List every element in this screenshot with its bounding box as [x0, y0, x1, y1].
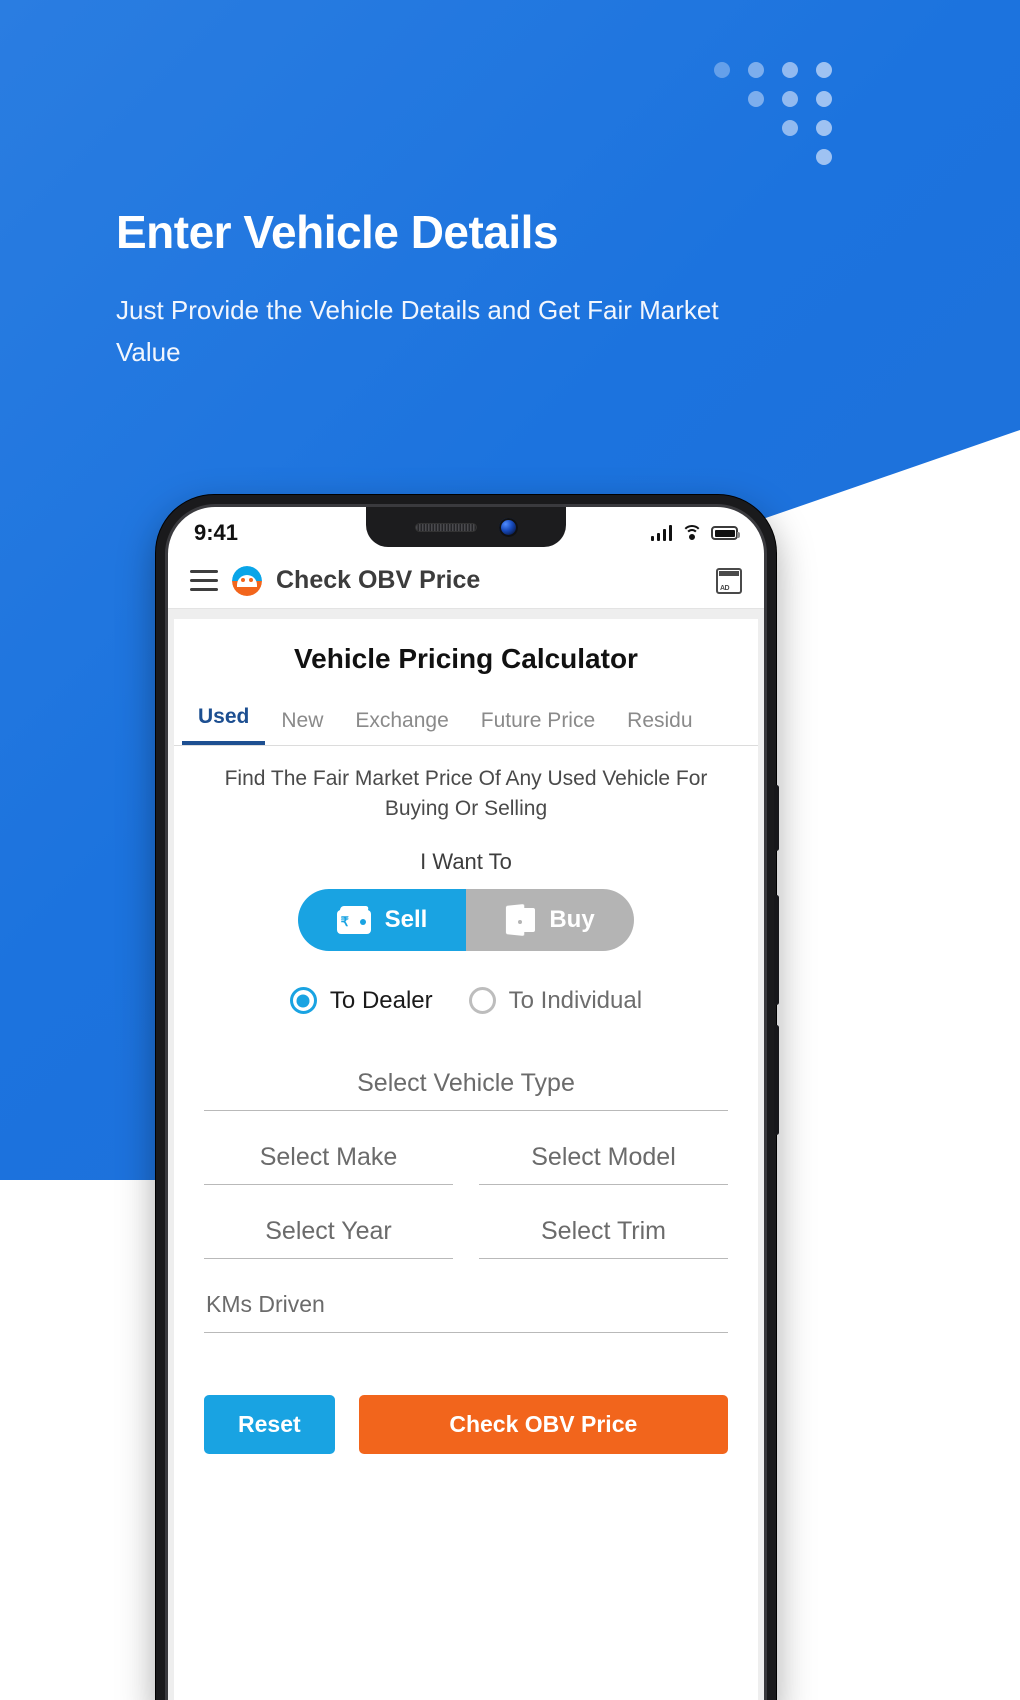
decorative-dot: [748, 91, 764, 107]
signal-bars-icon: [650, 525, 672, 541]
app-bar-title: Check OBV Price: [276, 566, 481, 594]
app-page: Vehicle Pricing Calculator Used New Exchan…: [168, 609, 764, 1700]
battery-icon: [711, 526, 740, 540]
decorative-dot: [782, 120, 798, 136]
calculator-title: Vehicle Pricing Calculator: [294, 643, 638, 674]
status-bar: 9:41: [168, 507, 764, 553]
decorative-dot: [782, 91, 798, 107]
decorative-dots-pattern: [714, 62, 844, 172]
decorative-dot: [816, 120, 832, 136]
page-root: Enter Vehicle Details Just Provide the V…: [0, 0, 1020, 1700]
intent-segmented-control: ₹ Sell Buy: [174, 888, 758, 951]
status-clock: 9:41: [194, 520, 239, 545]
phone-side-button-mute: [774, 785, 779, 851]
phone-side-button-volume-down: [774, 1025, 779, 1135]
sell-button[interactable]: ₹ Sell: [298, 888, 466, 951]
tab-new[interactable]: New: [265, 699, 339, 745]
radio-to-individual[interactable]: To Individual: [468, 986, 643, 1015]
door-open-icon: [505, 903, 536, 936]
wifi-icon: [681, 525, 702, 541]
select-make-input[interactable]: Select Make: [204, 1137, 453, 1185]
radio-to-dealer-label: To Dealer: [329, 986, 433, 1014]
select-year-input[interactable]: Select Year: [204, 1211, 453, 1259]
radio-to-dealer[interactable]: To Dealer: [289, 986, 433, 1015]
intent-label: I Want To: [420, 848, 512, 874]
app-bar: Check OBV Price: [168, 553, 764, 609]
obv-logo-icon: [232, 565, 262, 596]
buy-button[interactable]: Buy: [466, 888, 634, 951]
radio-circle-selected-icon: [289, 987, 317, 1015]
reset-button[interactable]: Reset: [204, 1394, 335, 1454]
radio-to-individual-label: To Individual: [508, 986, 643, 1014]
calculator-card: Vehicle Pricing Calculator Used New Exchan…: [174, 619, 758, 1700]
decorative-dot: [714, 62, 730, 78]
page-title: Enter Vehicle Details: [116, 206, 559, 258]
phone-side-button-volume-up: [774, 895, 779, 1005]
wallet-icon: ₹: [336, 905, 371, 934]
check-obv-price-button[interactable]: Check OBV Price: [358, 1394, 728, 1454]
hamburger-menu-icon[interactable]: [190, 570, 218, 591]
tab-exchange[interactable]: Exchange: [339, 699, 464, 745]
radio-circle-icon: [468, 987, 496, 1015]
calculator-tabs: Used New Exchange Future Price Residu: [174, 695, 758, 746]
sell-button-label: Sell: [384, 905, 428, 933]
decorative-dot: [782, 62, 798, 78]
select-model-input[interactable]: Select Model: [479, 1137, 728, 1185]
tab-used[interactable]: Used: [182, 695, 266, 745]
decorative-dot: [816, 62, 832, 78]
form-actions: Reset Check OBV Price: [174, 1339, 758, 1454]
decorative-dot: [816, 91, 832, 107]
tab-residu[interactable]: Residu: [611, 699, 708, 745]
buy-button-label: Buy: [549, 905, 595, 933]
decorative-dot: [816, 149, 832, 165]
vehicle-form: Select Vehicle Type Select Make Select M…: [174, 1025, 758, 1333]
phone-mockup: 9:41 Check OBV Price AD Vehicle Pricing …: [156, 495, 779, 1700]
ad-banner-icon[interactable]: [716, 567, 742, 594]
status-indicators: [650, 525, 740, 541]
tab-future-price[interactable]: Future Price: [465, 699, 611, 745]
calculator-description: Find The Fair Market Price Of Any Used V…: [224, 767, 708, 821]
decorative-dot: [748, 62, 764, 78]
kms-driven-input[interactable]: KMs Driven: [204, 1285, 728, 1333]
party-radio-group: To Dealer To Individual: [174, 951, 758, 1025]
select-vehicle-type-input[interactable]: Select Vehicle Type: [204, 1063, 728, 1111]
select-trim-input[interactable]: Select Trim: [479, 1211, 728, 1259]
phone-screen: 9:41 Check OBV Price AD Vehicle Pricing …: [165, 504, 767, 1700]
page-subtitle: Just Provide the Vehicle Details and Get…: [116, 295, 719, 367]
